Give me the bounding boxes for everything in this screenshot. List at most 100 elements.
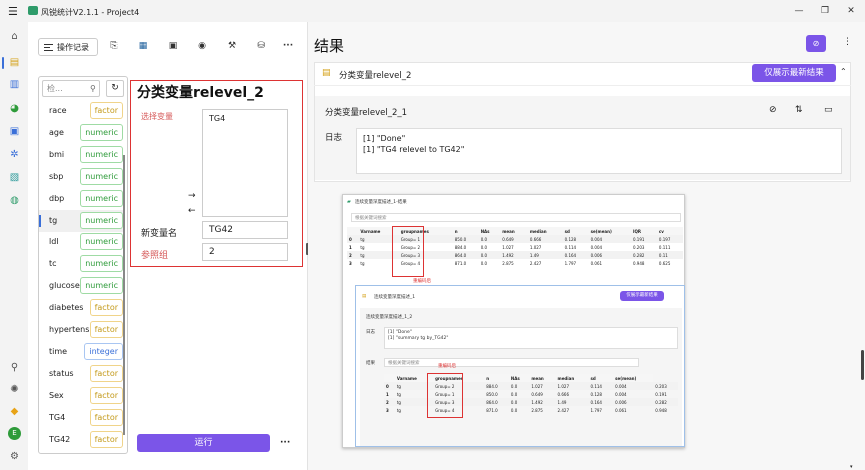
link-button[interactable]: ⊘ xyxy=(806,35,826,52)
variable-type-badge[interactable]: numeric xyxy=(80,123,123,141)
arrow-right-icon[interactable]: → xyxy=(188,191,196,201)
shot-inner-title: 连续变量深度描述_1 xyxy=(374,295,416,300)
table-cell: 864.0 xyxy=(452,251,479,259)
variable-type-badge[interactable]: factor xyxy=(89,321,123,338)
minimize-icon[interactable]: — xyxy=(792,4,806,18)
home-icon[interactable]: ⌂ xyxy=(8,30,21,43)
run-more-icon[interactable]: ··· xyxy=(280,438,290,448)
more-vertical-icon[interactable]: ⋮ xyxy=(843,37,852,47)
variable-type-badge[interactable]: numeric xyxy=(80,277,123,295)
table-cell: 1.027 xyxy=(529,382,556,390)
variable-type-badge[interactable]: factor xyxy=(89,430,123,448)
variable-type-badge[interactable]: factor xyxy=(89,102,123,119)
link-icon[interactable]: ⊘ xyxy=(769,105,777,115)
table-cell: 2.427 xyxy=(557,407,569,413)
table-cell: 871.0 xyxy=(454,260,467,266)
variable-item-race[interactable]: race factor xyxy=(39,100,123,122)
table-cell: 0.061 xyxy=(615,407,627,413)
bar-chart-icon[interactable]: ▥ xyxy=(8,78,21,91)
refresh-button[interactable]: ↻ xyxy=(106,80,124,97)
history-button[interactable]: 操作记录 xyxy=(38,38,98,56)
wrench-icon[interactable]: ⚒ xyxy=(226,40,238,52)
selected-variable-box[interactable]: TG4 xyxy=(202,109,288,217)
search-icon[interactable]: ⚲ xyxy=(8,361,21,374)
table-cell: 0.666 xyxy=(557,391,569,397)
variable-type-badge[interactable]: numeric xyxy=(80,211,123,229)
excel-icon[interactable]: ▦ xyxy=(137,40,149,52)
variable-type-badge[interactable]: factor xyxy=(89,364,123,382)
table-cell: 0 xyxy=(384,382,395,390)
variable-name: bmi xyxy=(49,149,65,159)
variable-item-tg[interactable]: tg numeric xyxy=(39,209,123,232)
dialog-title: 分类变量relevel_2 xyxy=(137,85,264,101)
doc-icon[interactable]: ⎘ xyxy=(108,40,120,52)
badge-icon[interactable]: ◆ xyxy=(8,405,21,418)
variable-item-tg42[interactable]: TG42 factor xyxy=(39,429,123,451)
table-cell: 1.492 xyxy=(500,251,528,259)
log-line: [1] "TG4 relevel to TG42" xyxy=(363,145,465,154)
pie-chart-icon[interactable]: ◕ xyxy=(8,102,21,115)
variable-item-sex[interactable]: Sex factor xyxy=(39,385,123,407)
variable-type-badge[interactable]: factor xyxy=(89,408,123,426)
variable-item-hypertension[interactable]: hypertension factor xyxy=(39,319,123,341)
variable-type-badge[interactable]: factor xyxy=(89,299,123,317)
select-variable-label: 选择变量 xyxy=(141,112,173,121)
run-button[interactable]: 运行 xyxy=(137,434,270,452)
sort-icon[interactable]: ⇅ xyxy=(795,105,803,115)
chat-icon[interactable]: ◉ xyxy=(196,40,208,52)
database-stack-icon[interactable]: ⛁ xyxy=(255,40,267,52)
variable-item-status[interactable]: status factor xyxy=(39,363,123,385)
variable-type-badge[interactable]: numeric xyxy=(80,233,123,251)
close-icon[interactable]: ✕ xyxy=(844,4,858,18)
folder-icon[interactable]: ▭ xyxy=(824,105,833,115)
variable-type-badge[interactable]: numeric xyxy=(80,167,123,185)
variable-item-tc[interactable]: tc numeric xyxy=(39,253,123,275)
variable-type-badge[interactable]: numeric xyxy=(80,189,123,207)
variable-item-glucose[interactable]: glucose numeric xyxy=(39,275,123,297)
variable-item-bmi[interactable]: bmi numeric xyxy=(39,144,123,166)
menu-icon[interactable]: ☰ xyxy=(8,5,18,18)
arrow-left-icon[interactable]: ← xyxy=(188,206,196,216)
variable-item-dbp[interactable]: dbp numeric xyxy=(39,188,123,210)
table-header: median xyxy=(555,374,589,382)
avatar[interactable]: E xyxy=(8,427,21,440)
log-line: [1] "Done" xyxy=(363,134,406,143)
selected-variable[interactable]: TG4 xyxy=(209,114,225,123)
variable-item-tg4[interactable]: TG4 factor xyxy=(39,407,123,429)
variable-item-sbp[interactable]: sbp numeric xyxy=(39,166,123,188)
collapse-icon[interactable]: ⌃ xyxy=(840,67,847,76)
reference-group-input[interactable]: 2 xyxy=(202,243,288,261)
variable-item-ldl[interactable]: ldl numeric xyxy=(39,231,123,253)
database-icon: ▤ xyxy=(362,294,367,299)
table-cell: 2 xyxy=(347,251,359,259)
scroll-down-icon[interactable]: ▾ xyxy=(850,464,853,470)
variable-type-badge[interactable]: numeric xyxy=(80,145,123,163)
table-cell: 850.0 xyxy=(486,391,498,397)
image-icon[interactable]: ▣ xyxy=(8,125,21,138)
variable-type-badge[interactable]: integer xyxy=(84,342,123,360)
gear-icon[interactable]: ⚙ xyxy=(8,450,21,463)
variable-scrollbar[interactable] xyxy=(123,155,125,435)
save-icon[interactable]: ▣ xyxy=(167,40,179,52)
table-cell: 884.0 xyxy=(484,382,509,390)
variable-type-badge[interactable]: numeric xyxy=(80,255,123,273)
globe-icon[interactable]: ◍ xyxy=(8,194,21,207)
variable-item-diabetes[interactable]: diabetes factor xyxy=(39,297,123,319)
new-variable-input[interactable]: TG42 xyxy=(202,221,288,239)
model-icon[interactable]: ▧ xyxy=(8,171,21,184)
table-cell: 850.0 xyxy=(452,235,479,243)
theme-icon[interactable]: ✺ xyxy=(8,383,21,396)
variable-type-badge[interactable]: factor xyxy=(89,386,123,404)
show-latest-button[interactable]: 仅展示最新结果 xyxy=(752,64,836,82)
more-icon[interactable]: ··· xyxy=(282,40,294,52)
variable-item-age[interactable]: age numeric xyxy=(39,122,123,144)
table-cell: 0.649 xyxy=(500,235,528,243)
table-cell: 0.114 xyxy=(564,244,577,250)
table-cell: 3 xyxy=(349,260,352,266)
maximize-icon[interactable]: ❐ xyxy=(818,4,832,18)
settings-gear-icon[interactable]: ✲ xyxy=(8,148,21,161)
shot-inner-subcard: 连续变量深度描述_1_2 日志 [1] "Done" [1] "summary … xyxy=(360,308,682,446)
database-icon[interactable]: ▤ xyxy=(8,56,21,69)
results-scrollbar[interactable] xyxy=(861,350,864,380)
variable-item-time[interactable]: time integer xyxy=(39,341,123,363)
